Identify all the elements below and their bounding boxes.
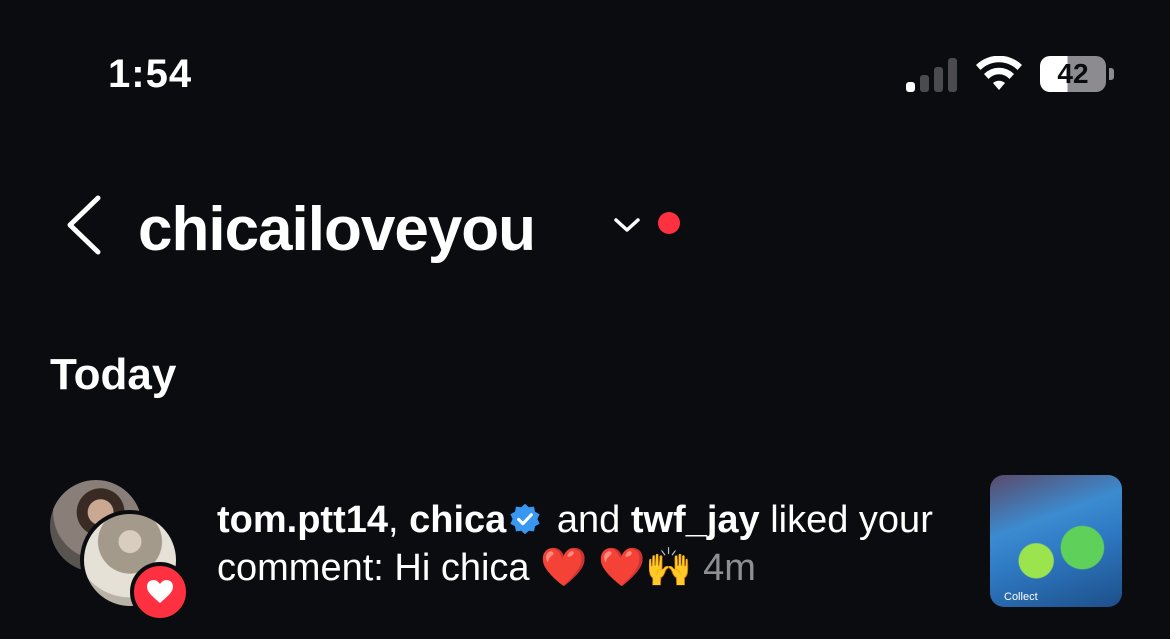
unread-indicator-dot: [658, 212, 680, 234]
comment-text: Hi chica ❤️ ❤️🙌: [394, 547, 693, 589]
text-conjunction: and: [546, 499, 631, 541]
wifi-icon: [976, 56, 1022, 90]
section-title-today: Today: [50, 350, 177, 399]
notification-row[interactable]: tom.ptt14, chica and twf_jay liked your …: [0, 470, 1170, 622]
post-thumbnail[interactable]: Collect: [990, 475, 1122, 607]
notification-text: tom.ptt14, chica and twf_jay liked your …: [217, 496, 957, 592]
cellular-signal-icon: [906, 56, 960, 92]
avatar-stack[interactable]: [46, 476, 191, 622]
page-header: chicailoveyou: [0, 170, 1170, 280]
username-link[interactable]: tom.ptt14: [217, 499, 388, 541]
verified-badge-icon: [510, 503, 540, 535]
timestamp: 4m: [703, 547, 756, 589]
account-switcher-title[interactable]: chicailoveyou: [138, 194, 536, 265]
username-link[interactable]: twf_jay: [631, 499, 760, 541]
status-bar: 1:54 42: [0, 0, 1170, 150]
battery-level: 42: [1057, 58, 1089, 89]
thumbnail-caption: Collect: [1004, 591, 1038, 603]
chevron-down-icon[interactable]: [610, 210, 644, 240]
status-time: 1:54: [108, 52, 193, 96]
text-separator: ,: [388, 499, 410, 541]
username-link[interactable]: chica: [409, 499, 506, 541]
back-button[interactable]: [56, 192, 116, 258]
heart-icon: [130, 562, 190, 622]
battery-icon: 42: [1040, 56, 1116, 92]
